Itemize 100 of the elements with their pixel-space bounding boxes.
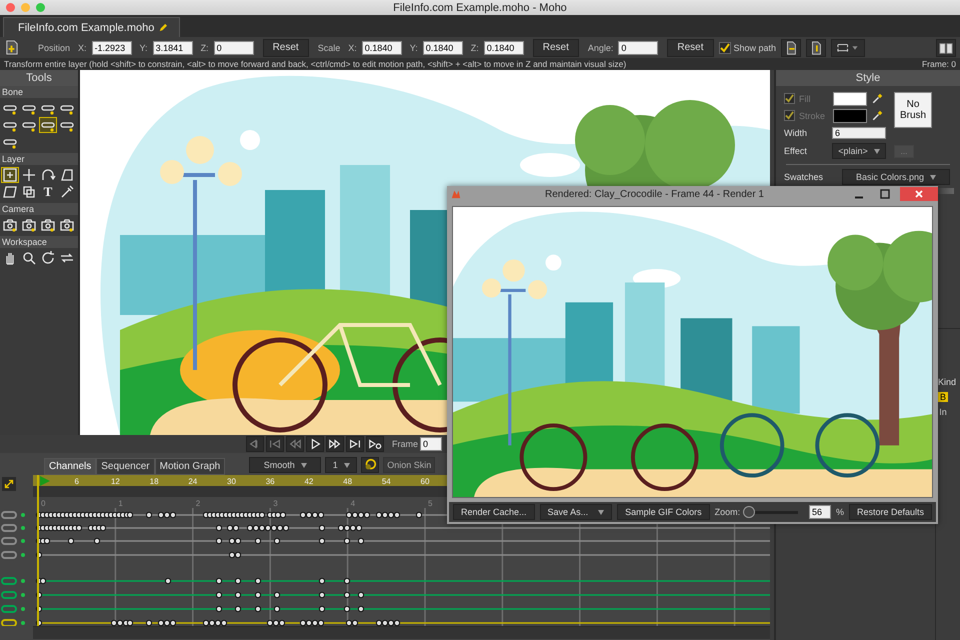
section-header: Bone [0, 86, 78, 98]
onion-skin-icon[interactable] [361, 457, 380, 473]
channel-dot [21, 553, 25, 557]
playhead-marker[interactable] [37, 475, 50, 626]
last-frame-button[interactable] [366, 436, 384, 452]
horizontal-scrollbar[interactable] [33, 626, 770, 639]
second-tick-label: 3 [273, 499, 278, 508]
second-tick-label: 0 [41, 499, 46, 508]
keyframe-row-drawing[interactable] [36, 524, 362, 532]
step-dropdown[interactable]: 1 [325, 457, 358, 473]
step-back-button[interactable] [286, 436, 304, 452]
number-field[interactable]: 0 [214, 40, 254, 54]
effect-dropdown[interactable]: <plain> [832, 143, 886, 159]
keyframe-row-drawing[interactable] [36, 620, 400, 626]
reset-button[interactable]: Reset [532, 38, 579, 56]
percent-label: % [836, 507, 844, 517]
layer-kind-text: In [938, 407, 948, 417]
section-header: Layer [0, 153, 78, 165]
keyframe-row-drawing[interactable] [36, 578, 350, 584]
timeline-tab[interactable]: Channels [44, 458, 96, 475]
bone-dropdown-button[interactable] [831, 38, 866, 56]
show-path-checkbox[interactable]: Show path [718, 42, 776, 54]
axis-label: X: [78, 42, 87, 52]
frame-tick-label: 60 [420, 477, 430, 486]
step-forward-button[interactable] [326, 436, 344, 452]
keyframe-row-drawing[interactable] [36, 606, 364, 612]
stroke-label: Stroke [799, 110, 826, 120]
keyframe-row-drawing[interactable] [36, 538, 364, 544]
keyframe-row-drawing[interactable] [36, 552, 242, 558]
restore-defaults-button[interactable]: Restore Defaults [848, 504, 932, 520]
previous-keyframe-button[interactable] [266, 436, 284, 452]
frame-tick-label: 54 [382, 477, 391, 486]
number-field[interactable]: 0.1840 [422, 40, 463, 54]
expand-icon[interactable] [2, 477, 16, 491]
camera-icon[interactable] [1, 217, 19, 233]
width-label: Width [784, 128, 808, 138]
no-brush-button[interactable]: No Brush [894, 92, 932, 128]
book-icon[interactable] [936, 38, 956, 56]
window-title: Rendered: Clay_Crocodile - Frame 44 - Render 1 [544, 188, 765, 200]
eyedropper-icon[interactable] [871, 92, 883, 104]
channel-dot [21, 607, 25, 611]
camera-icon[interactable] [39, 217, 57, 233]
checkmark-icon [720, 42, 730, 52]
keyframe-row-drawing[interactable] [36, 512, 422, 518]
layer-transform-icon[interactable] [4, 40, 19, 55]
sample-gif-colors-button[interactable]: Sample GIF Colors [617, 504, 710, 520]
axis-label: Y: [410, 42, 418, 52]
number-field[interactable]: 0.1840 [484, 40, 524, 54]
number-field[interactable]: 0.1840 [362, 40, 402, 54]
interpolation-dropdown[interactable]: Smooth [249, 457, 322, 473]
layer-tool-icon[interactable] [1, 167, 19, 183]
onion-skins-button[interactable]: Onion Skin [383, 457, 436, 473]
render-cache-button[interactable]: Render Cache... [453, 504, 535, 520]
play-button[interactable] [306, 436, 324, 452]
window-title: FileInfo.com Example.moho - Moho [392, 2, 568, 14]
frame-field[interactable]: 0 [420, 437, 442, 451]
frame-readout: Frame: 0 [922, 58, 956, 70]
number-field[interactable]: -1.2923 [92, 40, 132, 54]
slider-thumb[interactable] [743, 506, 756, 518]
toolbar-label: Position [38, 42, 70, 52]
reset-button[interactable]: Reset [667, 38, 714, 56]
first-frame-button[interactable] [246, 436, 264, 452]
frame-tick-label: 6 [74, 477, 79, 486]
second-tick-label: 5 [428, 499, 432, 508]
number-field[interactable]: 3.1841 [152, 40, 193, 54]
close-button[interactable] [900, 187, 938, 201]
bone-tool-icon[interactable] [39, 117, 57, 133]
save-as-dropdown[interactable]: Save As... [540, 504, 612, 520]
next-keyframe-button[interactable] [346, 436, 364, 452]
zoom-field[interactable]: 56 [808, 505, 831, 519]
text-tool-button[interactable]: T [39, 184, 57, 200]
step-back-icon [288, 437, 302, 451]
keyframe-row-drawing[interactable] [36, 592, 364, 598]
timeline-tab[interactable]: Motion Graph [154, 458, 226, 475]
timeline-tab[interactable]: Sequencer [96, 458, 155, 475]
frame-tick-label: 12 [110, 477, 120, 486]
shape-icon[interactable] [1, 184, 19, 200]
document-icon[interactable] [806, 38, 826, 56]
close-icon [914, 189, 924, 199]
reset-button[interactable]: Reset [262, 38, 309, 56]
width-field[interactable]: 6 [832, 126, 886, 138]
frame-label: Frame [392, 439, 418, 449]
document-tab[interactable]: FileInfo.com Example.moho [3, 17, 180, 37]
number-field[interactable]: 0 [618, 40, 658, 54]
axis-label: Z: [200, 42, 209, 52]
document-icon[interactable] [781, 38, 802, 56]
channel-dot [21, 579, 25, 583]
frame-tick-label: 30 [227, 477, 236, 486]
hint-text: Transform entire layer (hold <shift> to constrain, <alt> to move forward and back, <ctrl/cmd> to edit motion path, <shift> + <alt> to move in Z and maintain visual size) [4, 58, 626, 70]
camera-icon[interactable] [58, 217, 76, 233]
section-header: Camera [0, 203, 78, 215]
second-tick-label: 2 [196, 499, 200, 508]
toolbar-label: Scale [318, 42, 340, 52]
swatches-dropdown[interactable]: Basic Colors.png [842, 169, 950, 185]
frame-tick-label: 48 [343, 477, 352, 486]
eyedropper-icon[interactable] [871, 110, 883, 122]
camera-icon[interactable] [20, 217, 38, 233]
axis-label: X: [348, 42, 357, 52]
second-tick-label: 4 [350, 499, 356, 508]
plus-icon[interactable] [20, 167, 38, 183]
